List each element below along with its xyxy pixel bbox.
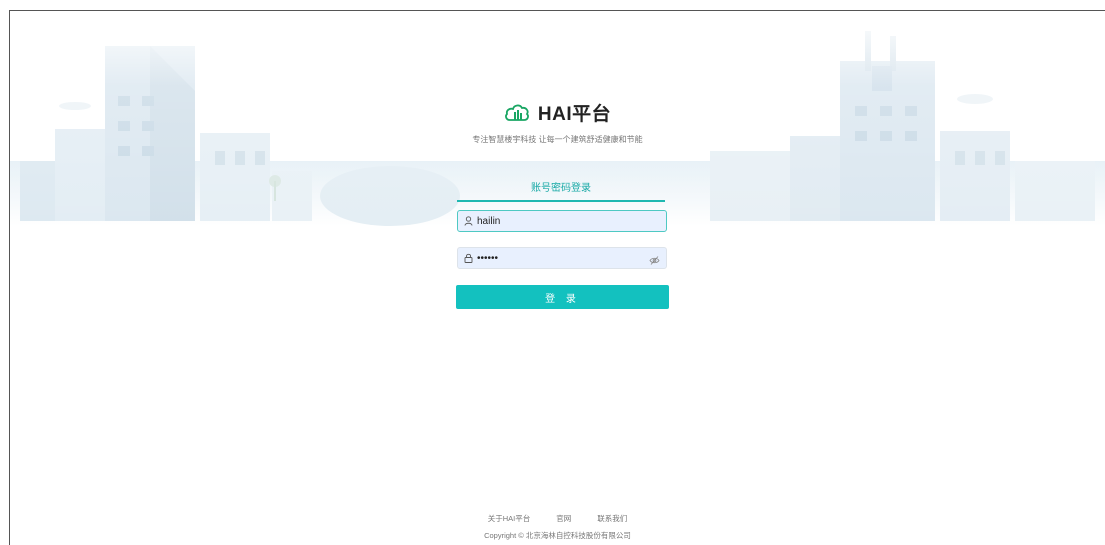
brand-title: HAI平台 <box>537 104 612 125</box>
lock-icon <box>464 253 473 263</box>
footer-link-contact[interactable]: 联系我们 <box>597 513 627 524</box>
login-page: HAI平台 专注智慧楼宇科技 让每一个建筑舒适健康和节能 账号密码登录 hail… <box>9 10 1105 545</box>
footer-link-about[interactable]: 关于HAI平台 <box>488 513 531 524</box>
password-input[interactable] <box>473 252 647 264</box>
user-icon <box>464 216 473 226</box>
brand-header: HAI平台 <box>10 99 1105 126</box>
footer-links: 关于HAI平台 官网 联系我们 <box>10 513 1105 524</box>
eye-off-icon[interactable] <box>649 253 660 265</box>
cloud-building-logo-icon <box>504 104 529 121</box>
tab-account-password-login[interactable]: 账号密码登录 <box>457 176 665 202</box>
footer-link-official-site[interactable]: 官网 <box>556 513 571 524</box>
tab-label: 账号密码登录 <box>531 183 591 194</box>
password-field[interactable] <box>457 247 667 269</box>
username-field[interactable] <box>457 210 667 232</box>
copyright-text: Copyright © 北京海林自控科技股份有限公司 <box>484 531 631 540</box>
username-input[interactable] <box>473 215 647 227</box>
brand-slogan: 专注智慧楼宇科技 让每一个建筑舒适健康和节能 <box>472 135 643 144</box>
login-button[interactable]: 登 录 <box>456 285 669 309</box>
